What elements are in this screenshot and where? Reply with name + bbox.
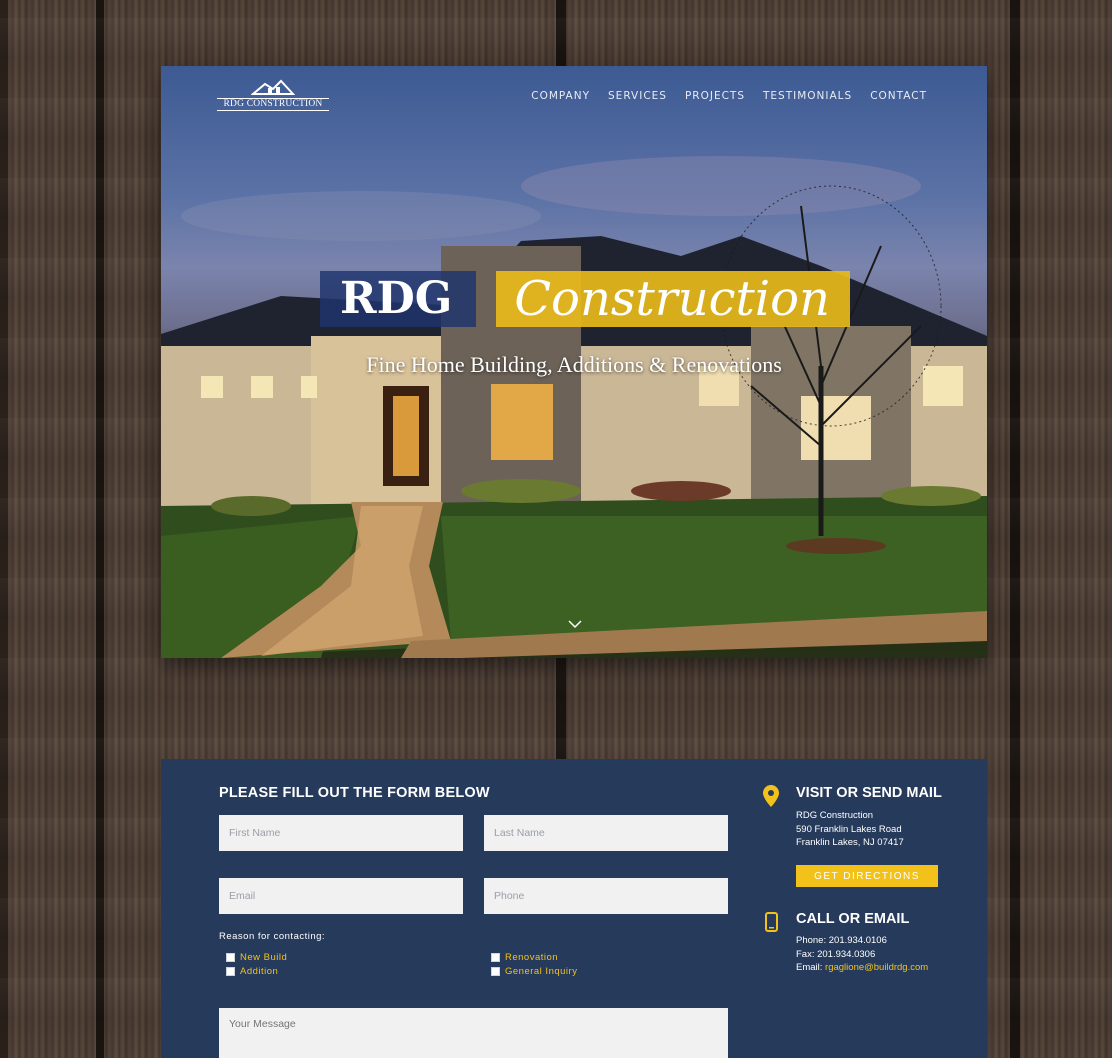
email-label: Email: bbox=[796, 962, 826, 973]
message-textarea[interactable] bbox=[219, 1008, 728, 1058]
hero-subtitle: Fine Home Building, Additions & Renovati… bbox=[366, 352, 782, 377]
fax-number: Fax: 201.934.0306 bbox=[796, 948, 876, 960]
visit-heading: VISIT OR SEND MAIL bbox=[796, 785, 942, 801]
email-line: Email: rgaglione@buildrdg.com bbox=[796, 961, 928, 975]
reason-renovation[interactable]: Renovation bbox=[491, 952, 558, 963]
address-city: Franklin Lakes, NJ 07417 bbox=[796, 837, 904, 848]
address-name: RDG Construction bbox=[796, 810, 874, 821]
hero-title-construction: Construction bbox=[496, 271, 850, 327]
map-pin-icon bbox=[763, 785, 779, 807]
reason-option-label: Renovation bbox=[505, 952, 559, 963]
nav-contact[interactable]: CONTACT bbox=[870, 90, 927, 102]
reason-new-build[interactable]: New Build bbox=[226, 952, 287, 963]
hero-section: RDG CONSTRUCTION COMPANY SERVICES PROJEC… bbox=[161, 66, 987, 658]
contact-details: Phone: 201.934.0106 Fax: 201.934.0306 Em… bbox=[796, 934, 928, 975]
checkbox[interactable] bbox=[226, 967, 235, 976]
form-heading: PLEASE FILL OUT THE FORM BELOW bbox=[219, 785, 490, 801]
reason-addition[interactable]: Addition bbox=[226, 966, 278, 977]
phone-icon bbox=[765, 912, 778, 932]
nav-testimonials[interactable]: TESTIMONIALS bbox=[763, 90, 852, 102]
phone-number: Phone: 201.934.0106 bbox=[796, 935, 887, 946]
contact-section: PLEASE FILL OUT THE FORM BELOW Reason fo… bbox=[161, 759, 987, 1058]
last-name-input[interactable] bbox=[484, 815, 728, 851]
mailing-address: RDG Construction 590 Franklin Lakes Road… bbox=[796, 809, 904, 850]
email-link[interactable]: rgaglione@buildrdg.com bbox=[825, 962, 928, 973]
reason-label: Reason for contacting: bbox=[219, 931, 326, 942]
nav-projects[interactable]: PROJECTS bbox=[685, 90, 745, 102]
reason-general-inquiry[interactable]: General Inquiry bbox=[491, 966, 577, 977]
checkbox[interactable] bbox=[226, 953, 235, 962]
nav-company[interactable]: COMPANY bbox=[531, 90, 590, 102]
get-directions-button[interactable]: GET DIRECTIONS bbox=[796, 865, 938, 887]
call-heading: CALL OR EMAIL bbox=[796, 911, 910, 927]
email-input[interactable] bbox=[219, 878, 463, 914]
reason-option-label: Addition bbox=[240, 966, 279, 977]
chevron-down-icon[interactable] bbox=[568, 619, 582, 629]
reason-option-label: General Inquiry bbox=[505, 966, 578, 977]
house-logo-icon bbox=[251, 79, 295, 95]
first-name-input[interactable] bbox=[219, 815, 463, 851]
logo-text: RDG CONSTRUCTION bbox=[217, 98, 329, 111]
reason-option-label: New Build bbox=[240, 952, 288, 963]
phone-input[interactable] bbox=[484, 878, 728, 914]
hero-title: RDG Construction bbox=[320, 271, 850, 327]
checkbox[interactable] bbox=[491, 953, 500, 962]
checkbox[interactable] bbox=[491, 967, 500, 976]
brand-logo[interactable]: RDG CONSTRUCTION bbox=[217, 78, 329, 114]
hero-title-rdg: RDG bbox=[320, 271, 477, 327]
main-nav: COMPANY SERVICES PROJECTS TESTIMONIALS C… bbox=[531, 90, 927, 102]
nav-services[interactable]: SERVICES bbox=[608, 90, 667, 102]
address-street: 590 Franklin Lakes Road bbox=[796, 823, 902, 835]
